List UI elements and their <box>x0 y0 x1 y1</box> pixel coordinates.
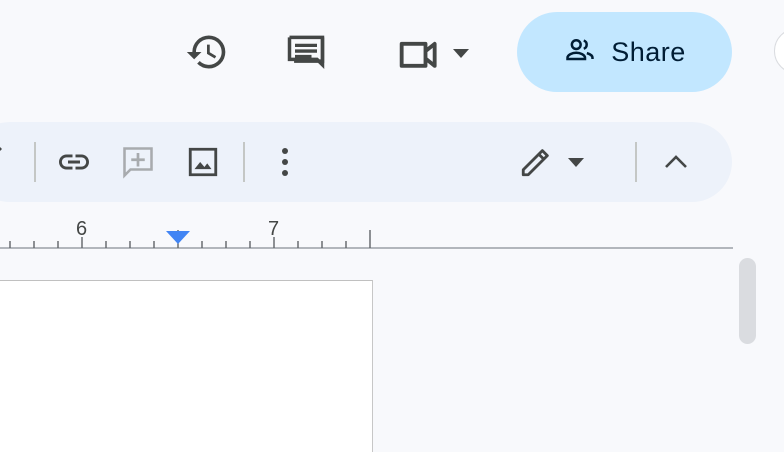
chevron-down-icon <box>452 47 470 59</box>
history-icon <box>185 30 229 74</box>
chevron-down-icon <box>567 156 585 168</box>
version-history-button[interactable] <box>183 28 231 76</box>
more-vert-icon <box>280 147 290 177</box>
ruler-label-7: 7 <box>268 218 280 240</box>
link-icon <box>56 144 92 180</box>
video-camera-icon <box>396 31 444 75</box>
image-icon <box>186 145 220 179</box>
comments-button[interactable] <box>282 28 330 76</box>
horizontal-ruler <box>0 230 733 249</box>
hide-menus-button[interactable] <box>656 142 696 182</box>
paint-format-button[interactable] <box>0 140 12 170</box>
pencil-icon <box>519 145 553 179</box>
share-button[interactable]: Share <box>517 12 732 92</box>
account-avatar[interactable] <box>774 28 784 74</box>
comment-icon <box>284 30 328 74</box>
share-label: Share <box>611 36 686 67</box>
ruler-label-6: 6 <box>76 218 88 240</box>
insert-image-button[interactable] <box>183 142 223 182</box>
formatting-toolbar <box>0 122 732 202</box>
toolbar-divider <box>34 142 36 182</box>
meet-button[interactable] <box>388 30 478 76</box>
toolbar-divider <box>635 142 637 182</box>
more-options-button[interactable] <box>265 142 305 182</box>
insert-link-button[interactable] <box>54 142 94 182</box>
document-page[interactable] <box>0 280 373 452</box>
paint-format-icon <box>0 142 12 168</box>
editing-mode-button[interactable] <box>512 142 592 182</box>
people-icon <box>563 34 597 71</box>
chevron-up-icon <box>664 154 688 170</box>
toolbar-divider <box>243 142 245 182</box>
right-indent-marker[interactable] <box>166 231 190 245</box>
add-comment-button[interactable] <box>118 142 158 182</box>
add-comment-icon <box>120 144 156 180</box>
vertical-scrollbar-thumb[interactable] <box>739 258 756 344</box>
